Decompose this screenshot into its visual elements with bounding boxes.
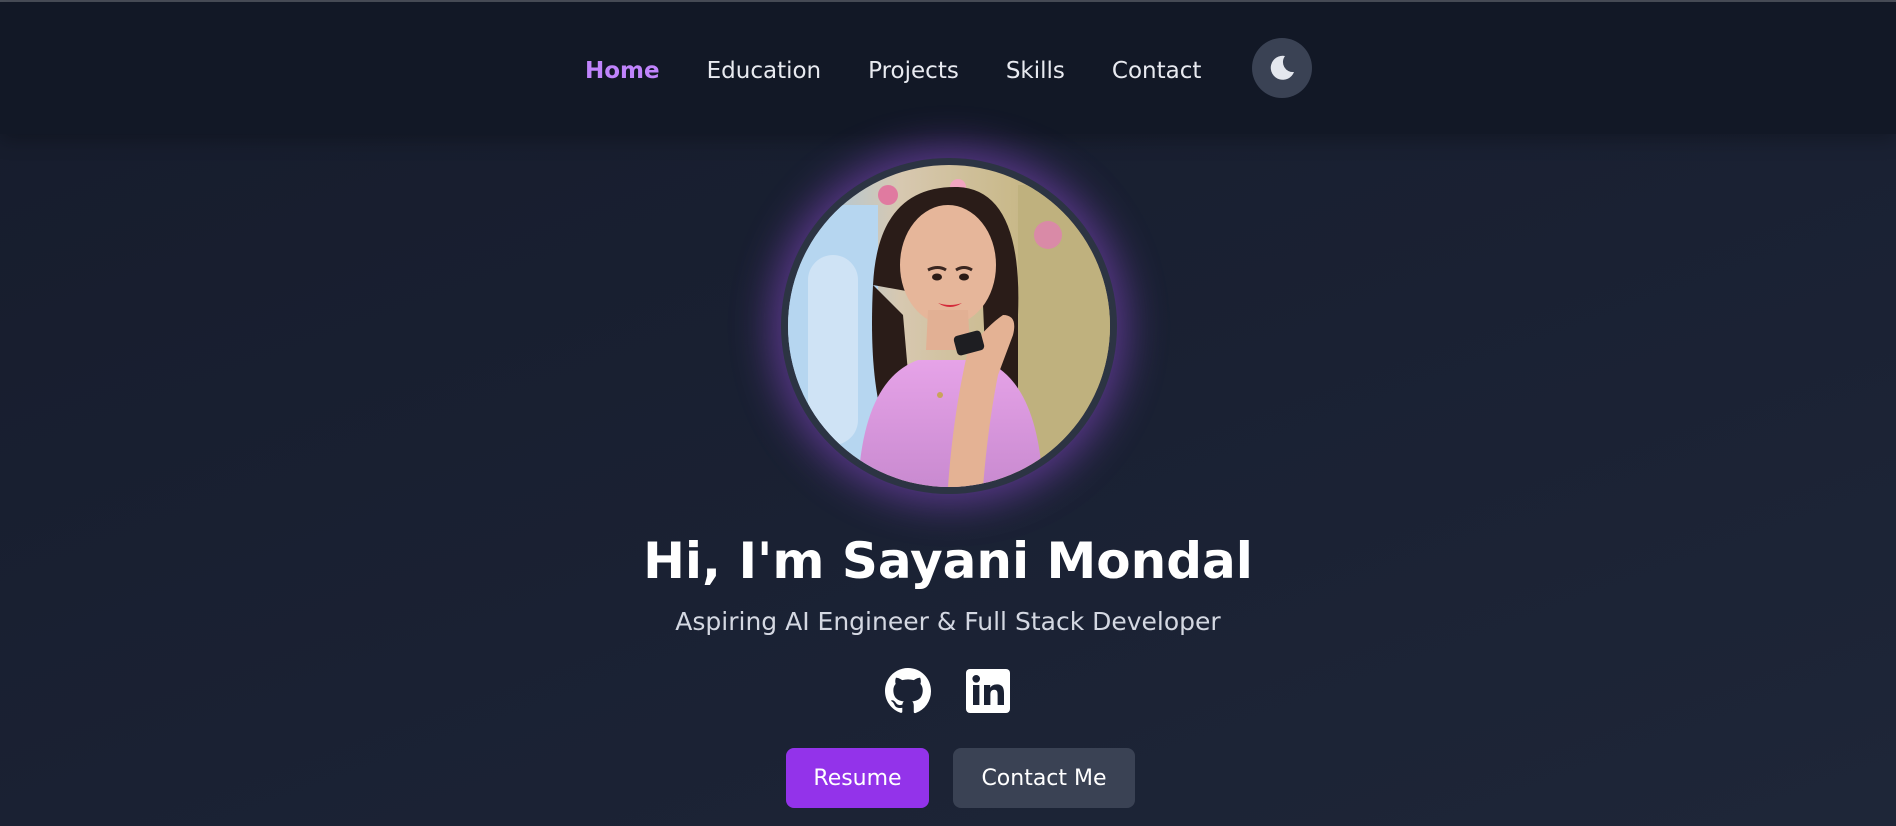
nav-item-skills[interactable]: Skills — [1006, 55, 1065, 87]
hero-section: Hi, I'm Sayani Mondal Aspiring AI Engine… — [0, 134, 1896, 826]
github-icon — [885, 668, 932, 714]
nav-links: Home Education Projects Skills Contact — [585, 55, 1248, 87]
linkedin-icon — [966, 669, 1010, 713]
avatar — [788, 165, 1110, 487]
avatar-frame — [781, 158, 1117, 494]
navbar: Home Education Projects Skills Contact — [0, 2, 1896, 134]
nav-item-contact[interactable]: Contact — [1112, 55, 1201, 87]
hero-buttons: Resume Contact Me — [786, 748, 1135, 808]
hero-title: Hi, I'm Sayani Mondal — [643, 532, 1253, 590]
github-link[interactable] — [884, 667, 932, 715]
social-links — [884, 667, 1044, 715]
hero-subtitle: Aspiring AI Engineer & Full Stack Develo… — [675, 607, 1221, 636]
nav-item-home[interactable]: Home — [585, 55, 660, 87]
theme-toggle-button[interactable] — [1252, 38, 1312, 98]
moon-icon — [1270, 55, 1294, 80]
nav-item-projects[interactable]: Projects — [868, 55, 959, 87]
linkedin-link[interactable] — [964, 667, 1012, 715]
contact-me-button[interactable]: Contact Me — [953, 748, 1135, 808]
nav-item-education[interactable]: Education — [707, 55, 822, 87]
resume-button[interactable]: Resume — [786, 748, 929, 808]
